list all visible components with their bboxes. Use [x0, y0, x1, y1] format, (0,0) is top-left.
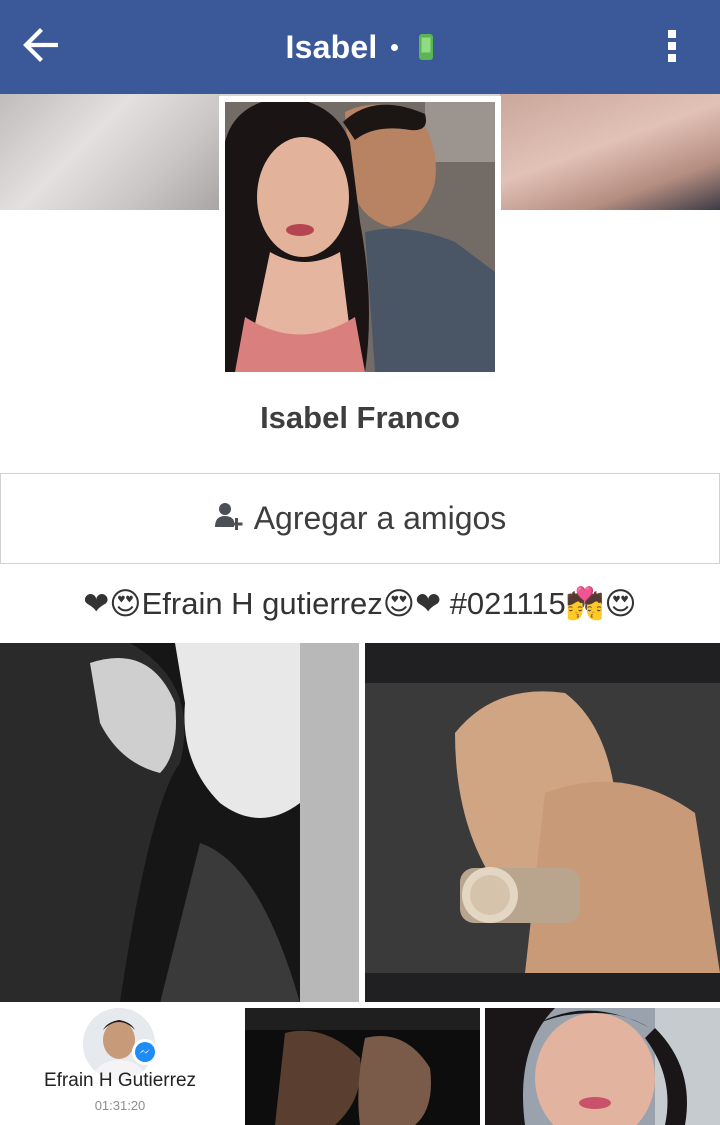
profile-name: Isabel Franco [260, 400, 460, 435]
photo-thumbnail-holding-hands[interactable] [365, 643, 720, 1002]
profile-photo-image [225, 102, 495, 372]
profile-bio: ❤😍Efrain H gutierrez😍❤ #021115💏😍 [83, 586, 637, 621]
cover-photo-left [0, 94, 220, 210]
chat-head[interactable]: Efrain H Gutierrez 01:31:20 [0, 1004, 240, 1125]
add-friend-icon [214, 501, 244, 536]
chat-head-time: 01:31:20 [94, 1098, 146, 1113]
add-friend-label: Agregar a amigos [253, 500, 507, 536]
more-vertical-icon [666, 29, 678, 68]
photo-thumbnail-selfie[interactable] [485, 1008, 720, 1125]
chat-head-name: Efrain H Gutierrez [43, 1070, 197, 1091]
back-button[interactable] [22, 22, 86, 72]
add-friend-button[interactable]: Agregar a amigos [0, 473, 720, 564]
separator-dot [391, 43, 399, 51]
more-options-button[interactable] [652, 26, 692, 70]
profile-picture[interactable] [219, 96, 501, 378]
photo-thumbnail-kiss-dark[interactable] [245, 1008, 480, 1125]
cover-photo-right [500, 94, 720, 210]
top-bar: Isabel [0, 0, 720, 94]
title-area: Isabel [200, 0, 520, 94]
page-title: Isabel [285, 28, 378, 65]
mobile-phone-icon [418, 33, 434, 61]
photo-thumbnail-kiss-bw[interactable] [0, 643, 359, 1002]
arrow-left-icon [22, 27, 60, 67]
messenger-icon [132, 1039, 158, 1065]
